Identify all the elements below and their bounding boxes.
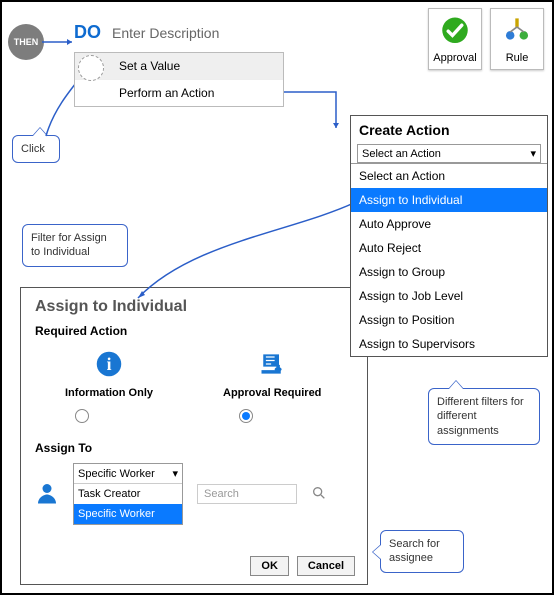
action-select-value: Select an Action [362,148,441,160]
opt-assign-job-level[interactable]: Assign to Job Level [351,284,547,308]
radio-info-only[interactable] [75,409,89,423]
search-icon[interactable] [311,485,327,504]
svg-text:i: i [107,354,112,374]
create-action-title: Create Action [351,116,547,142]
info-only-option[interactable]: i Information Only [65,350,153,399]
combo-opt-task-creator[interactable]: Task Creator [74,484,182,504]
menu-set-value[interactable]: Set a Value [75,53,283,80]
stamp-icon [258,350,286,387]
assign-to-label: Assign To [35,441,353,455]
callout-click: Click [12,135,60,163]
approval-required-label: Approval Required [223,387,321,399]
callout-search-note: Search for assignee [380,530,464,573]
create-action-panel: Create Action Select an Action ▾ Select … [350,115,548,357]
do-description[interactable]: Enter Description [112,25,219,41]
do-label: DO [74,22,101,43]
opt-assign-group[interactable]: Assign to Group [351,260,547,284]
then-badge: THEN [8,24,44,60]
assign-individual-panel: Assign to Individual Required Action i I… [20,287,368,585]
search-input[interactable]: Search [197,484,297,504]
chevron-down-icon: ▾ [172,467,178,480]
rule-button[interactable]: Rule [490,8,544,70]
ok-button[interactable]: OK [250,556,289,576]
opt-auto-approve[interactable]: Auto Approve [351,212,547,236]
approval-button[interactable]: Approval [428,8,482,70]
combo-opt-specific-worker[interactable]: Specific Worker [74,504,182,524]
opt-auto-reject[interactable]: Auto Reject [351,236,547,260]
info-icon: i [95,350,123,387]
action-options-list: Select an Action Assign to Individual Au… [351,163,547,356]
rule-icon [500,15,534,52]
menu-perform-action[interactable]: Perform an Action [75,80,283,106]
opt-assign-supervisors[interactable]: Assign to Supervisors [351,332,547,356]
callout-filters-note: Different filters for different assignme… [428,388,540,445]
combo-value-text: Specific Worker [78,468,155,480]
action-select[interactable]: Select an Action ▾ [357,144,541,163]
approval-required-option[interactable]: Approval Required [223,350,321,399]
callout-filter: Filter for Assign to Individual [22,224,128,267]
approval-label: Approval [433,52,476,64]
action-circle-icon [78,55,104,81]
opt-assign-position[interactable]: Assign to Position [351,308,547,332]
connector-then [42,38,76,46]
required-action-label: Required Action [35,324,353,338]
info-only-label: Information Only [65,387,153,399]
checkmark-icon [438,15,472,52]
action-menu: Set a Value Perform an Action [74,52,284,107]
opt-assign-individual[interactable]: Assign to Individual [351,188,547,212]
rule-label: Rule [506,52,529,64]
person-icon [35,481,59,508]
cancel-button[interactable]: Cancel [297,556,355,576]
assign-to-combo[interactable]: Specific Worker ▾ Task Creator Specific … [73,463,183,525]
combo-value[interactable]: Specific Worker ▾ [74,464,182,484]
radio-approval-required[interactable] [239,409,253,423]
chevron-down-icon: ▾ [530,147,536,160]
connector-filter [132,202,362,302]
opt-select-action[interactable]: Select an Action [351,164,547,188]
